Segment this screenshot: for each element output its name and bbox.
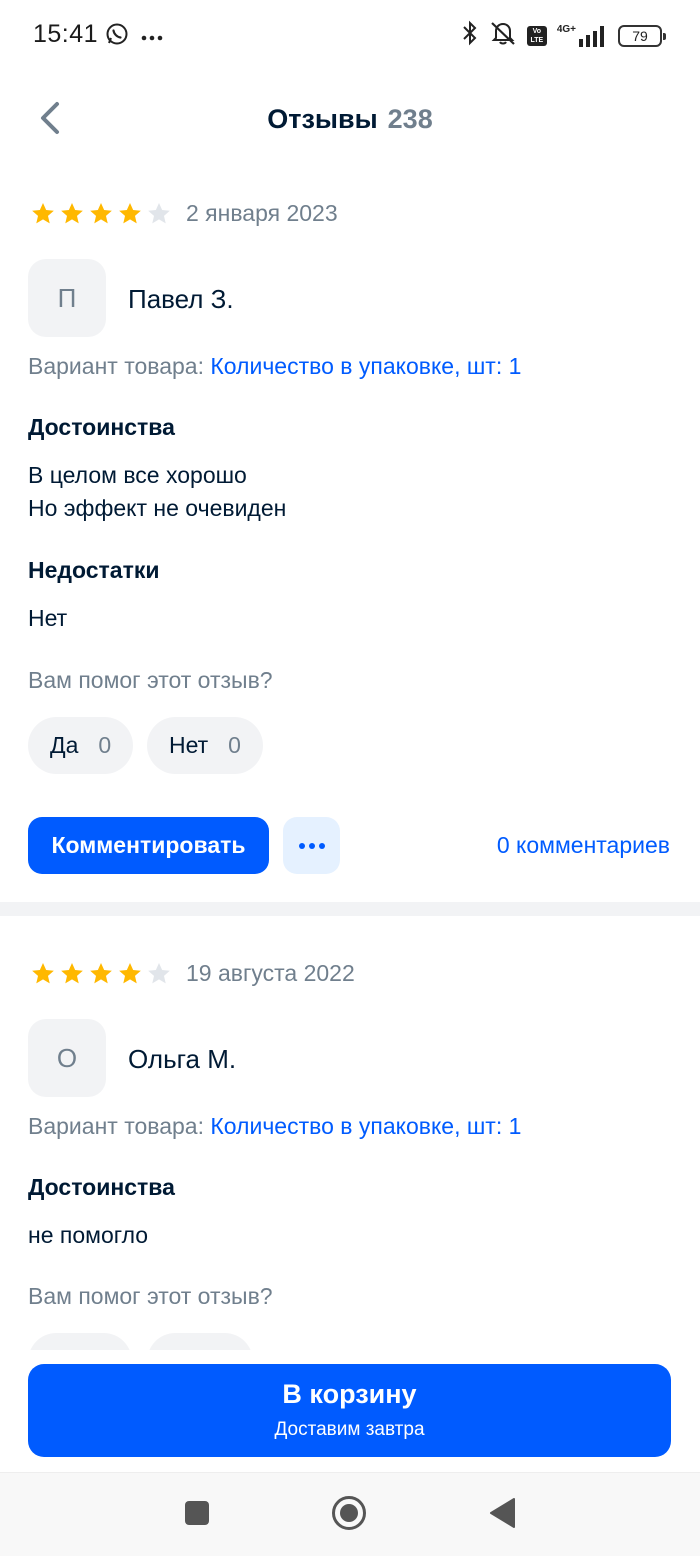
variant-link[interactable]: Количество в упаковке, шт: 1 [210, 1113, 521, 1139]
recents-square-icon [184, 1500, 210, 1531]
comment-button[interactable]: Комментировать [28, 817, 269, 874]
pros-title: Достоинства [28, 414, 175, 440]
helpful-question: Вам помог этот отзыв? [28, 1283, 273, 1309]
recents-button[interactable] [175, 1493, 219, 1537]
variant-link[interactable]: Количество в упаковке, шт: 1 [210, 353, 521, 379]
vote-no-label: Нет [169, 732, 209, 758]
whatsapp-icon [105, 22, 129, 51]
pros-text: не помогло [28, 1222, 149, 1248]
home-button[interactable] [327, 1493, 371, 1537]
battery-icon: 79 [618, 24, 666, 47]
variant-label: Вариант товара: [28, 1113, 204, 1139]
star-filled-icon [90, 962, 112, 983]
vote-no-button[interactable]: Нет 0 [147, 717, 263, 774]
header: Отзывы 238 [0, 78, 700, 162]
rating-row: 2 января 2023 [30, 200, 338, 227]
rating-row: 19 августа 2022 [30, 960, 355, 987]
review-date: 2 января 2023 [186, 200, 338, 226]
more-dots-icon [298, 837, 326, 855]
variant-label: Вариант товара: [28, 353, 204, 379]
star-rating [30, 961, 172, 987]
back-triangle-icon [488, 1497, 516, 1534]
avatar: П [28, 259, 106, 337]
star-filled-icon [32, 962, 54, 983]
pros-text: В целом все хорошо Но эффект не очевиден [28, 462, 287, 521]
reviews-count: 238 [387, 104, 433, 134]
divider [0, 902, 700, 916]
vote-yes-button[interactable]: Да 0 [28, 717, 134, 774]
more-options-button[interactable] [283, 817, 340, 874]
status-time: 15:41 [33, 20, 99, 48]
avatar: О [28, 1019, 106, 1097]
bluetooth-icon [461, 20, 479, 51]
cons-text: Нет [28, 605, 68, 631]
cart-bar: В корзину Доставим завтра [0, 1350, 700, 1472]
star-rating [30, 201, 172, 227]
cart-button-title: В корзину [282, 1379, 417, 1409]
product-variant: Вариант товара: Количество в упаковке, ш… [28, 1113, 521, 1140]
vote-yes-label: Да [50, 732, 79, 758]
home-circle-icon [331, 1495, 367, 1536]
author-name: Ольга М. [128, 1044, 237, 1074]
volte-icon: Vo LTE [526, 25, 547, 46]
star-filled-icon [61, 962, 83, 983]
author-name: Павел З. [128, 284, 234, 314]
review-date: 19 августа 2022 [186, 960, 355, 986]
star-filled-icon [90, 202, 112, 223]
silent-icon [489, 20, 517, 51]
page-title-label: Отзывы [267, 104, 378, 134]
cart-button-subtitle: Доставим завтра [274, 1419, 425, 1440]
page-title: Отзывы 238 [0, 104, 700, 135]
vote-no-count: 0 [228, 732, 241, 758]
add-to-cart-button[interactable]: В корзину Доставим завтра [28, 1364, 671, 1457]
star-filled-icon [32, 202, 54, 223]
cons-title: Недостатки [28, 557, 160, 583]
product-variant: Вариант товара: Количество в упаковке, ш… [28, 353, 521, 380]
helpful-question: Вам помог этот отзыв? [28, 667, 273, 693]
star-empty-icon [148, 962, 170, 983]
system-nav-bar [0, 1472, 700, 1556]
star-filled-icon [119, 202, 141, 223]
star-empty-icon [148, 202, 170, 223]
star-filled-icon [61, 202, 83, 223]
pros-title: Достоинства [28, 1174, 175, 1200]
vote-yes-count: 0 [98, 732, 112, 758]
more-dots-icon [141, 28, 163, 46]
comments-count-link[interactable]: 0 комментариев [497, 832, 670, 859]
star-filled-icon [119, 962, 141, 983]
status-bar: 15:41 Vo LTE 4G+ 79 [0, 0, 700, 72]
signal-icon: 4G+ [557, 24, 608, 47]
system-back-button[interactable] [480, 1493, 524, 1537]
